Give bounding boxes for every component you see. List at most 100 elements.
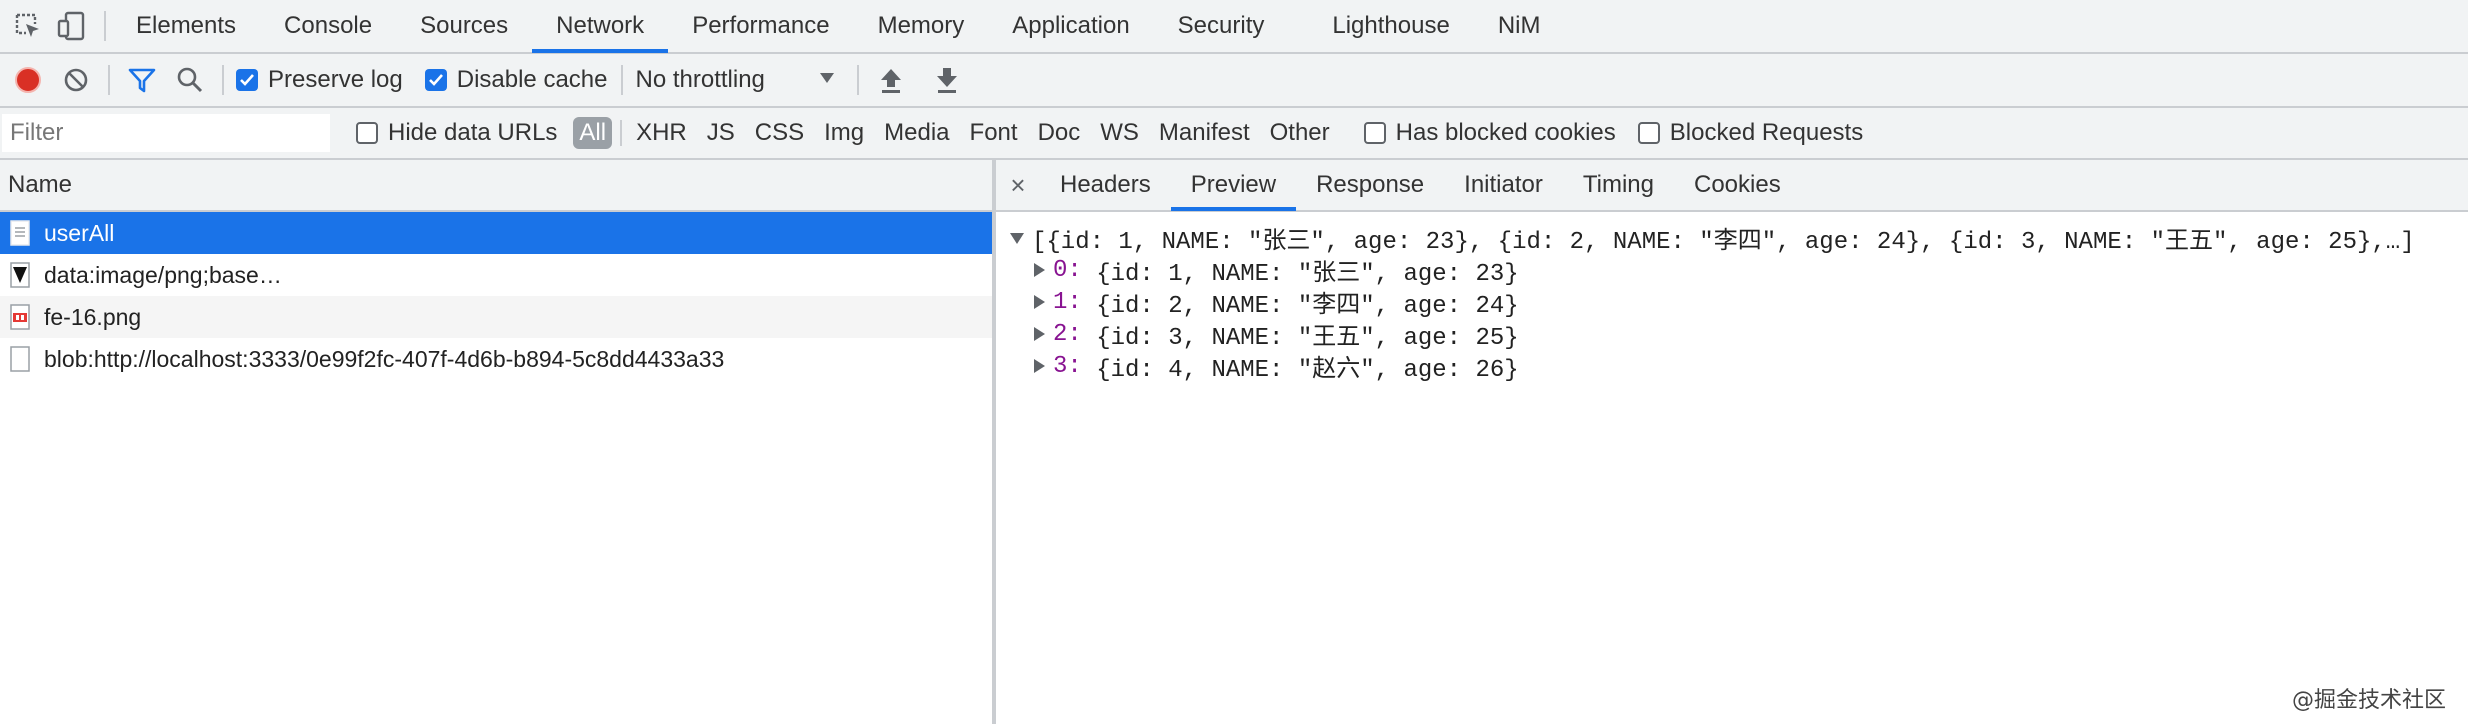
type-filter-media[interactable]: Media [878,117,955,149]
hide-data-urls-label: Hide data URLs [388,119,558,146]
json-array-item[interactable]: 0: {id: 1, NAME: "张三", age: 23} [1010,254,2468,288]
type-filter-js[interactable]: JS [701,117,741,149]
json-item-key: 0 [1053,256,1068,284]
type-filter-doc[interactable]: Doc [1032,117,1087,149]
json-colon: : [1067,288,1097,316]
filter-bar: Hide data URLs All XHR JS CSS Img Media … [0,108,2468,160]
tab-nim[interactable]: NiM [1474,0,1565,53]
tab-memory[interactable]: Memory [854,0,989,53]
hide-data-urls-checkbox[interactable]: Hide data URLs [356,119,557,147]
request-name: fe-16.png [44,303,142,330]
filter-input[interactable] [2,114,330,152]
json-colon: : [1067,320,1097,348]
toolbar-divider [621,65,624,95]
json-array-item[interactable]: 3: {id: 4, NAME: "赵六", age: 26} [1010,350,2468,384]
has-blocked-cookies-label: Has blocked cookies [1395,119,1616,146]
toolbar-divider [857,65,860,95]
close-icon[interactable]: × [996,159,1040,211]
tab-lighthouse[interactable]: Lighthouse [1308,0,1473,53]
type-filter-all[interactable]: All [573,117,613,149]
inspect-element-icon[interactable] [8,6,48,46]
checkbox-box [1363,122,1386,144]
preserve-log-label: Preserve log [268,66,403,93]
filter-icon[interactable] [122,60,162,100]
tab-performance[interactable]: Performance [668,0,853,53]
export-har-icon[interactable] [927,60,967,100]
tab-timing[interactable]: Timing [1563,159,1674,211]
request-row-blob[interactable]: blob:http://localhost:3333/0e99f2fc-407f… [0,338,992,380]
toolbar-divider [108,65,110,95]
json-item-value: {id: 2, NAME: "李四", age: 24} [1096,293,1519,320]
request-details-panel: × Headers Preview Response Initiator Tim… [996,160,2468,724]
name-column-header[interactable]: Name [0,160,992,212]
collapsed-triangle-icon [1034,359,1045,373]
request-row-userall[interactable]: userAll [0,212,992,254]
collapsed-triangle-icon [1034,295,1045,309]
tab-cookies[interactable]: Cookies [1674,159,1801,211]
json-item-value: {id: 1, NAME: "张三", age: 23} [1096,261,1519,288]
tab-sources[interactable]: Sources [396,0,532,53]
request-row-data-image[interactable]: data:image/png;base… [0,254,992,296]
toolbar-divider [620,120,623,146]
tab-preview[interactable]: Preview [1170,159,1297,211]
json-item-value: {id: 4, NAME: "赵六", age: 26} [1096,357,1519,384]
checkbox-box [1637,122,1660,144]
throttling-select[interactable]: No throttling [635,66,835,94]
throttling-value: No throttling [635,66,765,93]
type-filter-ws[interactable]: WS [1094,117,1145,149]
png-file-icon [10,304,30,330]
blank-file-icon [10,346,30,372]
request-list-panel: Name userAll data:image/png;base… fe-16.… [0,160,996,724]
toolbar-divider [222,65,224,95]
preserve-log-checkbox[interactable]: Preserve log [236,66,403,94]
tab-console[interactable]: Console [260,0,396,53]
json-item-key: 1 [1053,288,1068,316]
tab-network[interactable]: Network [532,0,669,53]
json-colon: : [1067,352,1097,380]
collapsed-triangle-icon [1034,263,1045,277]
collapsed-triangle-icon [1034,327,1045,341]
tab-application[interactable]: Application [988,0,1153,53]
json-item-value: {id: 3, NAME: "王五", age: 25} [1096,325,1519,352]
type-filter-font[interactable]: Font [964,117,1024,149]
clear-icon[interactable] [56,60,96,100]
image-icon [10,262,30,288]
request-name: userAll [44,219,115,246]
type-filter-xhr[interactable]: XHR [630,117,693,149]
import-har-icon[interactable] [871,60,911,100]
json-preview: [{id: 1, NAME: "张三", age: 23}, {id: 2, N… [996,212,2468,384]
tab-elements[interactable]: Elements [118,0,260,53]
disable-cache-checkbox[interactable]: Disable cache [424,66,607,94]
tab-security[interactable]: Security [1154,0,1289,53]
details-tab-bar: × Headers Preview Response Initiator Tim… [996,160,2468,212]
type-filter-css[interactable]: CSS [749,117,810,149]
json-array-item[interactable]: 1: {id: 2, NAME: "李四", age: 24} [1010,286,2468,320]
json-colon: : [1067,256,1097,284]
json-summary: [{id: 1, NAME: "张三", age: 23}, {id: 2, N… [1032,229,2415,256]
request-name: data:image/png;base… [44,261,282,288]
record-icon[interactable] [8,60,48,100]
request-row-fe16-png[interactable]: fe-16.png [0,296,992,338]
checkbox-box [356,122,378,144]
name-column-label: Name [8,171,73,198]
type-filter-other[interactable]: Other [1264,117,1336,149]
json-array-item[interactable]: 2: {id: 3, NAME: "王五", age: 25} [1010,318,2468,352]
device-toolbar-icon[interactable] [52,6,92,46]
network-toolbar: Preserve log Disable cache No throttling [0,54,2468,108]
request-name: blob:http://localhost:3333/0e99f2fc-407f… [44,345,725,372]
blocked-requests-checkbox[interactable]: Blocked Requests [1637,119,1864,147]
json-root-node[interactable]: [{id: 1, NAME: "张三", age: 23}, {id: 2, N… [1010,222,2468,256]
type-filter-img[interactable]: Img [818,117,870,149]
search-icon[interactable] [170,60,210,100]
json-item-key: 2 [1053,320,1068,348]
type-filter-manifest[interactable]: Manifest [1153,117,1256,149]
tab-headers[interactable]: Headers [1040,159,1171,211]
blocked-requests-label: Blocked Requests [1669,119,1864,146]
tab-response[interactable]: Response [1296,159,1444,211]
has-blocked-cookies-checkbox[interactable]: Has blocked cookies [1363,119,1616,147]
watermark: @掘金技术社区 [2291,688,2446,713]
expand-triangle-icon [1010,232,1024,244]
chevron-down-icon [819,71,835,89]
tab-initiator[interactable]: Initiator [1444,159,1563,211]
toolbar-divider [104,11,106,41]
